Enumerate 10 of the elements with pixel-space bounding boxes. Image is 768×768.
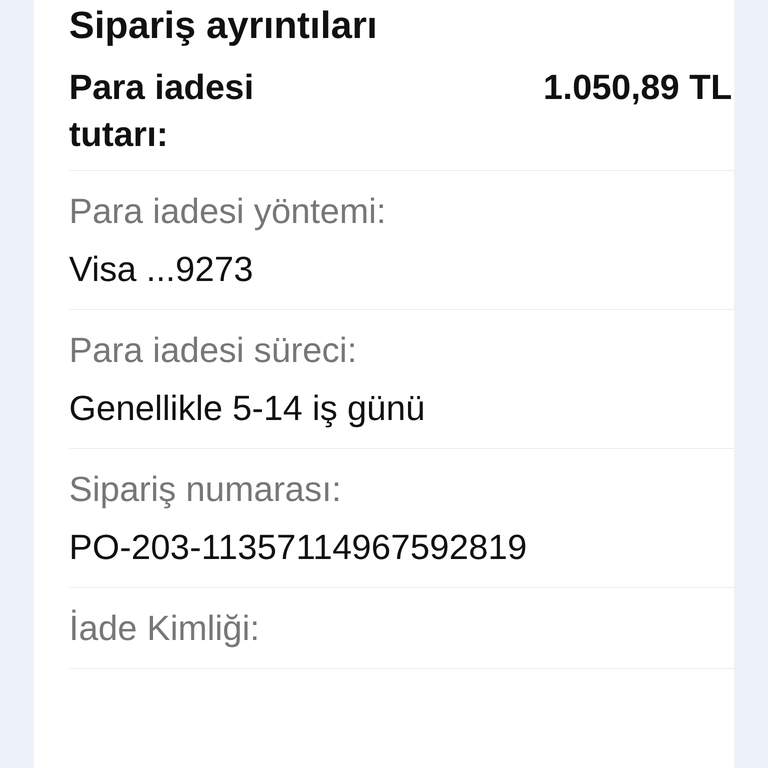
detail-value: Visa ...9273 bbox=[69, 249, 254, 291]
detail-label: Para iadesi yöntemi: bbox=[69, 191, 388, 233]
detail-label: Sipariş numarası: bbox=[69, 469, 342, 511]
detail-label: Para iadesi süreci: bbox=[69, 330, 358, 372]
detail-value: PO-203-11357114967592819 bbox=[69, 527, 528, 569]
refund-amount-value: 1.050,89 TL bbox=[543, 67, 732, 109]
refund-amount-label: Para iadesi tutarı: bbox=[69, 67, 255, 156]
detail-label: İade Kimliği: bbox=[69, 608, 261, 650]
detail-value: Genellikle 5-14 iş günü bbox=[69, 388, 426, 430]
page-title: Sipariş ayrıntıları bbox=[69, 4, 378, 48]
